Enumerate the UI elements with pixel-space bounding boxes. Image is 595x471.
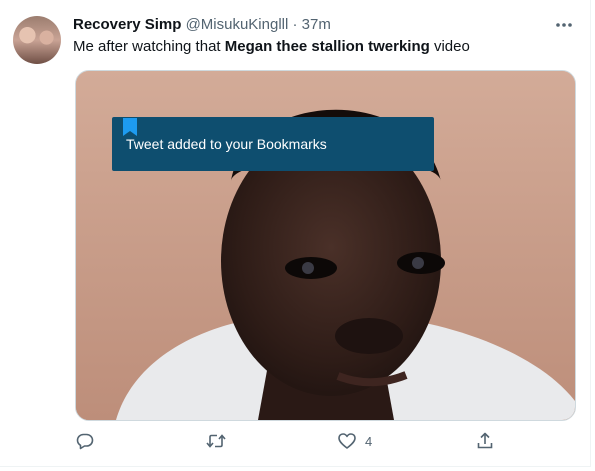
more-icon <box>556 23 572 27</box>
tweet-card[interactable]: Recovery Simp @MisukuKinglll · 37m Me af… <box>0 0 591 467</box>
bookmark-icon <box>123 118 137 136</box>
user-handle[interactable]: @MisukuKinglll <box>186 16 289 33</box>
more-options-button[interactable] <box>553 15 575 35</box>
display-name[interactable]: Recovery Simp <box>73 16 181 33</box>
like-count: 4 <box>365 433 373 449</box>
bookmark-toast: Tweet added to your Bookmarks <box>112 117 434 171</box>
tweet-header: Recovery Simp @MisukuKinglll · 37m <box>73 15 331 35</box>
reply-icon <box>76 433 94 450</box>
tweet-timestamp[interactable]: 37m <box>302 16 331 33</box>
toast-message: Tweet added to your Bookmarks <box>126 136 327 152</box>
avatar[interactable] <box>13 16 61 64</box>
tweet-text-end: video <box>429 38 470 55</box>
retweet-button[interactable] <box>205 428 227 454</box>
tweet-text-start: Me after watching that <box>73 38 225 55</box>
like-button[interactable]: 4 <box>337 428 372 454</box>
tweet-text-bold: Megan thee stallion twerking <box>224 38 430 55</box>
share-icon <box>477 432 493 449</box>
heart-icon <box>338 433 356 449</box>
tweet-actions: 4 <box>75 428 515 454</box>
reply-button[interactable] <box>75 428 95 454</box>
share-button[interactable] <box>475 428 495 454</box>
retweet-icon <box>206 434 226 448</box>
tweet-text: Me after watching that Megan thee stalli… <box>73 37 470 57</box>
separator-dot: · <box>292 16 298 33</box>
tweet-media-image[interactable]: Tweet added to your Bookmarks <box>75 70 576 421</box>
